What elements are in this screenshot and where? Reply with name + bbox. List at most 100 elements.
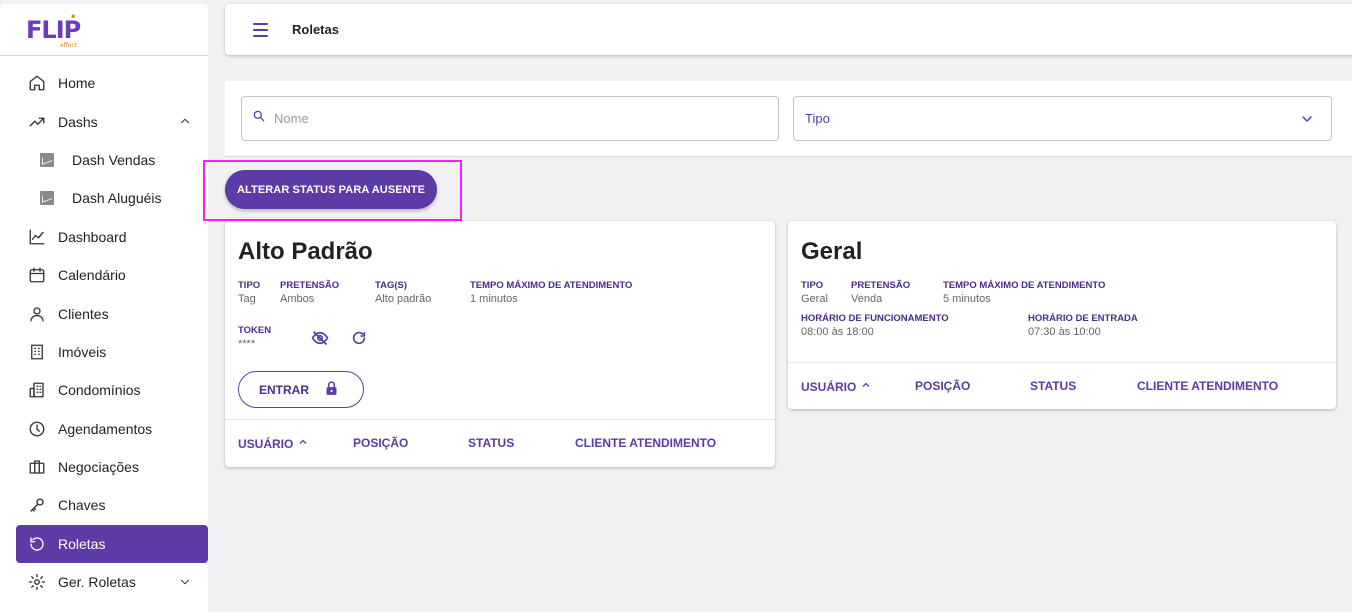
type-select[interactable]: Tipo — [793, 96, 1332, 141]
tipo-label: TIPO — [801, 280, 824, 291]
sidebar: FLIP • effect Home Dashs Dash Vendas Dash … — [0, 4, 208, 612]
type-select-label: Tipo — [805, 111, 830, 126]
tags-value: Alto padrão — [375, 293, 432, 305]
sidebar-item-label: Dash Vendas — [72, 151, 156, 168]
funcionamento-label: HORÁRIO DE FUNCIONAMENTO — [801, 313, 949, 324]
sidebar-item-label: Roletas — [58, 535, 106, 552]
chart-thumbnail-icon — [38, 189, 56, 207]
sidebar-item-imoveis[interactable]: Imóveis — [16, 333, 208, 371]
tags-label: TAG(S) — [375, 280, 408, 291]
search-input[interactable] — [274, 111, 754, 126]
sidebar-item-label: Clientes — [58, 305, 109, 322]
calendar-icon — [28, 266, 46, 284]
sidebar-item-clientes[interactable]: Clientes — [16, 294, 208, 332]
sidebar-item-chaves[interactable]: Chaves — [16, 486, 208, 524]
column-header-usuario[interactable]: USUÁRIO — [801, 379, 872, 394]
card-divider — [788, 362, 1336, 363]
sidebar-item-label: Calendário — [58, 267, 126, 284]
sidebar-item-label: Ger. Roletas — [58, 574, 136, 591]
pretensao-value: Ambos — [280, 293, 315, 305]
sidebar-item-agendamentos[interactable]: Agendamentos — [16, 410, 208, 448]
card-title: Alto Padrão — [238, 238, 373, 265]
column-header-cliente-atendimento[interactable]: CLIENTE ATENDIMENTO — [575, 436, 716, 450]
chevron-down-icon — [1299, 111, 1315, 130]
roleta-card-geral: Geral TIPO Geral PRETENSÃO Venda TEMPO M… — [788, 221, 1336, 409]
sidebar-item-label: Chaves — [58, 497, 106, 514]
sidebar-item-home[interactable]: Home — [16, 64, 208, 102]
sidebar-item-label: Dash Aluguéis — [72, 190, 162, 207]
column-header-cliente-atendimento[interactable]: CLIENTE ATENDIMENTO — [1137, 379, 1278, 393]
card-title: Geral — [801, 238, 863, 265]
entrada-value: 07:30 às 10:00 — [1028, 326, 1101, 338]
page-title: Roletas — [292, 22, 339, 37]
sidebar-item-negociacoes[interactable]: Negociações — [16, 448, 208, 486]
refresh-icon[interactable] — [349, 328, 369, 348]
sidebar-item-label: Condomínios — [58, 382, 141, 399]
enter-button[interactable]: ENTRAR — [238, 371, 364, 408]
sidebar-item-label: Home — [58, 75, 96, 92]
menu-icon[interactable] — [253, 19, 275, 41]
user-icon — [28, 305, 46, 323]
search-icon — [252, 109, 266, 128]
building-icon — [28, 343, 46, 361]
entrada-label: HORÁRIO DE ENTRADA — [1028, 313, 1138, 324]
sidebar-item-condominios[interactable]: Condomínios — [16, 371, 208, 409]
tipo-value: Tag — [238, 293, 256, 305]
pretensao-label: PRETENSÃO — [280, 280, 340, 291]
home-icon — [28, 74, 46, 92]
sidebar-item-dash-vendas[interactable]: Dash Vendas — [16, 141, 208, 179]
brand-name: FLIP • effect — [26, 11, 81, 49]
tempo-value: 5 minutos — [943, 293, 991, 305]
line-chart-icon — [28, 228, 46, 246]
sidebar-item-label: Agendamentos — [58, 420, 153, 437]
sidebar-item-roletas[interactable]: Roletas — [16, 524, 208, 564]
sort-up-icon — [860, 379, 872, 394]
tempo-label: TEMPO MÁXIMO DE ATENDIMENTO — [470, 280, 633, 291]
clock-icon — [28, 420, 46, 438]
column-label: USUÁRIO — [238, 436, 294, 451]
pretensao-value: Venda — [851, 293, 883, 305]
column-header-status[interactable]: STATUS — [1030, 379, 1076, 393]
funcionamento-value: 08:00 às 18:00 — [801, 326, 874, 338]
eye-off-icon[interactable] — [310, 328, 330, 348]
lock-icon — [323, 380, 340, 400]
chevron-up-icon — [178, 114, 192, 131]
brand-sub: effect — [60, 41, 78, 49]
tipo-label: TIPO — [238, 280, 261, 291]
trending-up-icon — [28, 113, 46, 131]
roleta-card-alto-padrao: Alto Padrão TIPO Tag PRETENSÃO Ambos TAG… — [225, 221, 775, 467]
tempo-label: TEMPO MÁXIMO DE ATENDIMENTO — [943, 280, 1106, 291]
sidebar-item-label: Dashboard — [58, 228, 127, 245]
sidebar-item-dashs[interactable]: Dashs — [16, 102, 208, 140]
top-bar: Roletas — [225, 4, 1352, 55]
tempo-value: 1 minutos — [470, 293, 518, 305]
logo-dot: • — [70, 11, 76, 23]
sidebar-item-dash-alugueis[interactable]: Dash Aluguéis — [16, 179, 208, 217]
sidebar-nav: Home Dashs Dash Vendas Dash Aluguéis Das… — [0, 64, 208, 601]
apartment-icon — [28, 381, 46, 399]
column-label: USUÁRIO — [801, 379, 857, 394]
column-header-posicao[interactable]: POSIÇÃO — [915, 379, 970, 393]
tipo-value: Geral — [801, 293, 828, 305]
sidebar-item-label: Imóveis — [58, 343, 107, 360]
sidebar-item-label: Negociações — [58, 459, 139, 476]
chart-thumbnail-icon — [38, 151, 56, 169]
gear-icon — [28, 573, 46, 591]
briefcase-icon — [28, 458, 46, 476]
column-header-usuario[interactable]: USUÁRIO — [238, 436, 309, 451]
sidebar-item-dashboard[interactable]: Dashboard — [16, 218, 208, 256]
enter-button-label: ENTRAR — [259, 382, 309, 397]
pretensao-label: PRETENSÃO — [851, 280, 911, 291]
set-absent-button[interactable]: ALTERAR STATUS PARA AUSENTE — [225, 170, 437, 209]
brand-logo[interactable]: FLIP • effect — [0, 4, 208, 56]
token-label: TOKEN — [238, 325, 272, 336]
sort-up-icon — [297, 436, 309, 451]
sidebar-item-ger-roletas[interactable]: Ger. Roletas — [16, 563, 208, 601]
column-header-posicao[interactable]: POSIÇÃO — [353, 436, 408, 450]
card-divider — [225, 419, 775, 420]
chevron-down-icon — [178, 575, 192, 592]
column-header-status[interactable]: STATUS — [468, 436, 514, 450]
sidebar-item-calendario[interactable]: Calendário — [16, 256, 208, 294]
sidebar-item-label: Dashs — [58, 113, 98, 130]
key-icon — [28, 496, 46, 514]
